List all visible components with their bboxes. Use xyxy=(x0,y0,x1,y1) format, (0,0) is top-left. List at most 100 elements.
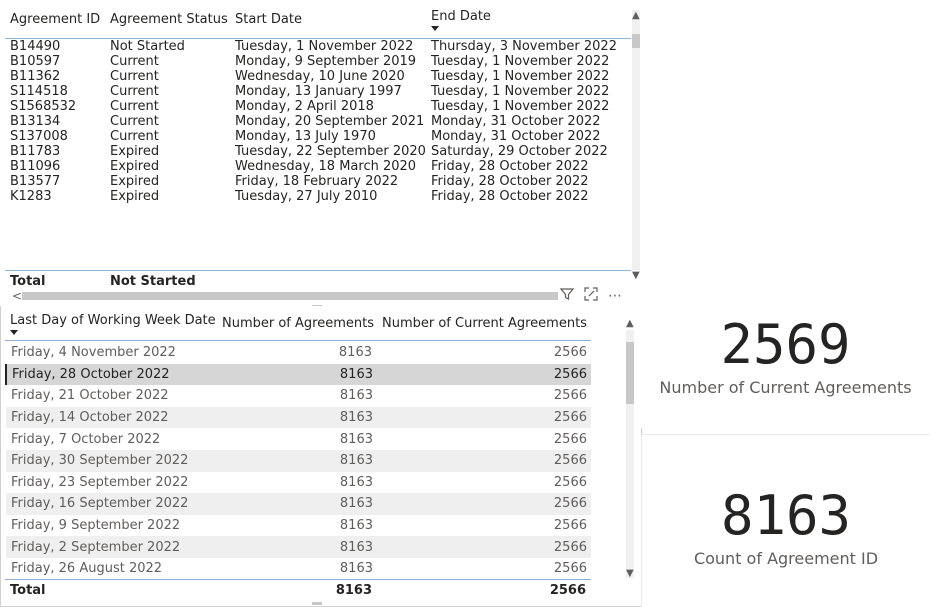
week-date-cell: Friday, 16 September 2022 xyxy=(6,493,218,515)
end-date-cell: Friday, 28 October 2022 xyxy=(431,174,589,189)
weekly-total-current: 2566 xyxy=(549,583,586,599)
weekly-row[interactable]: Friday, 30 September 2022 8163 2566 xyxy=(6,449,591,472)
weekly-row[interactable]: Friday, 2 September 2022 8163 2566 xyxy=(6,536,591,558)
weekly-row[interactable]: Friday, 28 October 2022 8163 2566 xyxy=(5,363,591,386)
agreements-vertical-scrollbar[interactable] xyxy=(632,10,640,270)
col-header-number-of-current-agreements[interactable]: Number of Current Agreements xyxy=(377,306,591,340)
weekly-row[interactable]: Friday, 7 October 2022 8163 2566 xyxy=(6,428,591,450)
current-agreements-cell: 2566 xyxy=(553,561,587,577)
start-date-cell: Wednesday, 18 March 2020 xyxy=(235,159,417,174)
agreements-table-header: Agreement ID Agreement Status Start Date… xyxy=(5,0,631,39)
start-date-cell: Tuesday, 22 September 2020 xyxy=(235,144,426,159)
more-options-icon[interactable]: ⋯ xyxy=(608,288,622,304)
agreement-id-cell: S1568532 xyxy=(10,99,77,114)
start-date-cell: Monday, 13 January 1997 xyxy=(235,84,402,99)
agreement-row[interactable]: K1283 Expired Tuesday, 27 July 2010 Friday,… xyxy=(5,189,631,204)
weekly-scroll-up-icon[interactable]: ▲ xyxy=(626,318,634,329)
weekly-row[interactable]: Friday, 14 October 2022 8163 2566 xyxy=(6,406,591,429)
visual-header-toolbar: ⋯ xyxy=(559,287,622,305)
agreements-count-cell: 8163 xyxy=(218,406,378,429)
total-status: Not Started xyxy=(110,274,196,290)
agreement-status-cell: Expired xyxy=(110,174,160,189)
weekly-row[interactable]: Friday, 21 October 2022 8163 2566 xyxy=(6,385,591,407)
scroll-up-icon[interactable]: ▲ xyxy=(632,10,640,21)
current-agreements-cell: 2566 xyxy=(553,518,587,534)
end-date-cell: Tuesday, 1 November 2022 xyxy=(431,69,610,84)
agreement-row[interactable]: B10597 Current Monday, 9 September 2019 Tue… xyxy=(5,54,631,69)
weekly-row[interactable]: Friday, 16 September 2022 8163 2566 xyxy=(6,493,591,515)
agreements-count-cell: 8163 xyxy=(218,493,378,515)
week-date-cell: Friday, 14 October 2022 xyxy=(6,406,218,429)
week-date-cell: Friday, 28 October 2022 xyxy=(5,363,218,386)
col-header-end-date[interactable]: End Date xyxy=(426,0,631,39)
filter-icon[interactable] xyxy=(559,287,575,305)
agreement-count-card[interactable]: 8163 Count of Agreement ID xyxy=(641,434,930,607)
agreement-id-cell: B13134 xyxy=(10,114,61,129)
agreement-row[interactable]: B13577 Expired Friday, 18 February 2022 Fri… xyxy=(5,174,631,189)
agreements-horizontal-scrollbar[interactable] xyxy=(22,292,558,300)
current-agreements-cell: 2566 xyxy=(378,493,591,515)
agreement-row[interactable]: B14490 Not Started Tuesday, 1 November 202… xyxy=(5,39,631,54)
agreements-count-cell: 8163 xyxy=(339,388,373,404)
current-agreements-cell: 2566 xyxy=(553,474,587,490)
col-header-number-of-agreements[interactable]: Number of Agreements xyxy=(217,306,377,340)
agreements-table-visual[interactable]: Agreement ID Agreement Status Start Date… xyxy=(0,0,642,303)
agreement-id-cell: B14490 xyxy=(10,39,61,54)
agreement-row[interactable]: B11362 Current Wednesday, 10 June 2020 Tues… xyxy=(5,69,631,84)
start-date-cell: Monday, 2 April 2018 xyxy=(235,99,374,114)
agreement-status-cell: Current xyxy=(110,69,159,84)
current-agreements-cell: 2566 xyxy=(378,449,591,472)
agreements-count-cell: 8163 xyxy=(218,449,378,472)
end-date-cell: Thursday, 3 November 2022 xyxy=(431,39,617,54)
agreements-vertical-scroll-thumb[interactable] xyxy=(632,34,640,48)
col-header-start-date[interactable]: Start Date xyxy=(230,0,426,39)
sort-descending-icon xyxy=(10,329,18,335)
current-agreements-cell: 2566 xyxy=(553,388,587,404)
start-date-cell: Monday, 20 September 2021 xyxy=(235,114,425,129)
end-date-cell: Saturday, 29 October 2022 xyxy=(431,144,608,159)
agreement-row[interactable]: S114518 Current Monday, 13 January 1997 Tue… xyxy=(5,84,631,99)
start-date-cell: Tuesday, 27 July 2010 xyxy=(235,189,378,204)
weekly-row[interactable]: Friday, 9 September 2022 8163 2566 xyxy=(6,515,591,537)
weekly-vertical-scrollbar[interactable] xyxy=(626,330,634,578)
current-agreements-card[interactable]: 2569 Number of Current Agreements xyxy=(641,300,930,428)
col-header-agreement-status[interactable]: Agreement Status xyxy=(105,0,230,39)
resize-handle-bottom[interactable] xyxy=(312,602,322,605)
week-date-cell: Friday, 9 September 2022 xyxy=(11,518,181,534)
weekly-vertical-scroll-thumb[interactable] xyxy=(626,342,634,404)
weekly-row[interactable]: Friday, 23 September 2022 8163 2566 xyxy=(6,472,591,494)
agreement-status-cell: Expired xyxy=(110,189,160,204)
agreement-id-cell: S137008 xyxy=(10,129,68,144)
weekly-table-header: Last Day of Working Week Date Number of … xyxy=(5,306,591,341)
col-header-agreement-id[interactable]: Agreement ID xyxy=(5,0,105,39)
weekly-total-agreements: 8163 xyxy=(335,583,372,599)
agreement-count-value: 8163 xyxy=(720,484,852,547)
agreement-status-cell: Current xyxy=(110,84,159,99)
agreement-status-cell: Current xyxy=(110,129,159,144)
agreement-row[interactable]: B11783 Expired Tuesday, 22 September 2020 S… xyxy=(5,144,631,159)
col-header-last-day-working-week[interactable]: Last Day of Working Week Date xyxy=(5,306,217,340)
current-agreements-cell: 2566 xyxy=(378,406,591,429)
week-date-cell: Friday, 7 October 2022 xyxy=(11,431,161,447)
col-header-last-day-label: Last Day of Working Week Date xyxy=(10,312,216,328)
weekly-scroll-down-icon[interactable]: ▼ xyxy=(626,568,634,579)
weekly-row[interactable]: Friday, 26 August 2022 8163 2566 xyxy=(6,558,591,578)
scroll-left-icon[interactable]: < xyxy=(12,289,22,303)
agreements-total-row: Total Not Started xyxy=(5,270,631,293)
agreement-status-cell: Current xyxy=(110,99,159,114)
agreement-row[interactable]: B13134 Current Monday, 20 September 2021 Mo… xyxy=(5,114,631,129)
agreement-id-cell: B10597 xyxy=(10,54,61,69)
scroll-down-icon[interactable]: ▼ xyxy=(632,270,640,281)
agreement-row[interactable]: S137008 Current Monday, 13 July 1970 Monday… xyxy=(5,129,631,144)
sort-descending-icon xyxy=(431,25,439,31)
agreement-row[interactable]: S1568532 Current Monday, 2 April 2018 Tuesd… xyxy=(5,99,631,114)
current-agreements-label: Number of Current Agreements xyxy=(659,378,912,397)
agreement-row[interactable]: B11096 Expired Wednesday, 18 March 2020 Fri… xyxy=(5,159,631,174)
total-empty-1 xyxy=(230,271,426,293)
end-date-cell: Monday, 31 October 2022 xyxy=(431,129,601,144)
weekly-row[interactable]: Friday, 4 November 2022 8163 2566 xyxy=(6,342,591,364)
agreement-id-cell: B11362 xyxy=(10,69,61,84)
focus-mode-icon[interactable] xyxy=(584,287,598,305)
agreement-count-label: Count of Agreement ID xyxy=(693,549,879,568)
weekly-table-body: Friday, 4 November 2022 8163 2566 Friday, 2… xyxy=(5,342,591,578)
